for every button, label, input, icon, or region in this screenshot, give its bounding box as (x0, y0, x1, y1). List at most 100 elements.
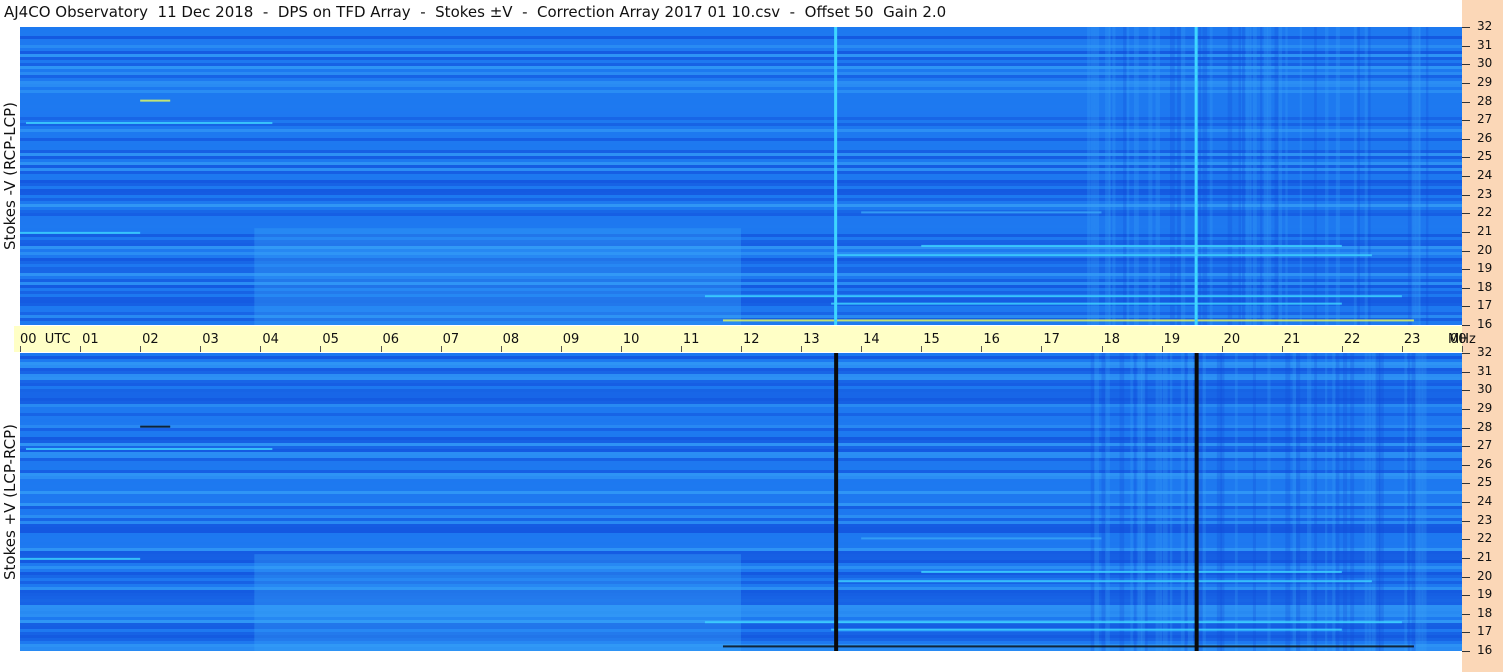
texture-band (20, 494, 1462, 497)
frequency-tick (1462, 27, 1470, 28)
time-tick-label: 08 (502, 332, 520, 347)
frequency-tick (1462, 446, 1470, 448)
texture-band (20, 422, 1462, 425)
texture-band (20, 545, 1462, 548)
frequency-tick-label: 27 (1477, 438, 1493, 453)
texture-column (1415, 353, 1420, 651)
texture-band (20, 491, 1462, 494)
time-tick (680, 346, 682, 352)
texture-column (1155, 353, 1159, 651)
top-panel-ylabel-text: Stokes -V (RCP-LCP) (1, 102, 19, 250)
time-tick (620, 346, 622, 352)
time-tick (560, 346, 562, 352)
bottom-frequency-axis: 32 31 30 29 28 27 26 25 24 23 22 21 20 19 18 17 16 (1462, 345, 1503, 657)
texture-band (20, 455, 1462, 458)
texture-column (1220, 353, 1225, 651)
rfi-streak (921, 244, 1342, 247)
time-tick (1341, 346, 1343, 352)
texture-band (20, 404, 1462, 407)
texture-column (1130, 353, 1133, 651)
texture-column (1180, 353, 1185, 651)
texture-column (1296, 353, 1301, 651)
texture-band (20, 548, 1462, 551)
texture-column (1234, 353, 1238, 651)
time-tick-label: 20 (1223, 332, 1241, 347)
texture-column (1169, 27, 1175, 325)
texture-band (20, 482, 1462, 485)
rfi-streak (837, 254, 1372, 257)
frequency-tick (1462, 464, 1470, 466)
time-tick-label: 23 (1403, 332, 1421, 347)
frequency-tick (1462, 120, 1470, 122)
frequency-tick-label: 21 (1477, 223, 1493, 238)
rfi-streak (722, 645, 1414, 648)
frequency-tick (1462, 539, 1470, 541)
frequency-tick (1462, 138, 1470, 140)
texture-band (20, 542, 1462, 545)
frequency-tick-label: 16 (1477, 643, 1493, 657)
frequency-tick-label: 28 (1477, 93, 1493, 108)
frequency-tick-label: 19 (1477, 261, 1493, 276)
stokes-plus-v-plot (20, 353, 1462, 651)
texture-column (1335, 353, 1340, 651)
texture-column (1133, 353, 1137, 651)
frequency-tick (1462, 576, 1470, 578)
frequency-tick-label: 30 (1477, 56, 1493, 71)
texture-band (20, 518, 1462, 521)
frequency-tick-label: 29 (1477, 400, 1493, 415)
time-tick (80, 346, 82, 352)
texture-column (1242, 27, 1245, 325)
time-tick (500, 346, 502, 352)
time-tick (1401, 346, 1403, 352)
rfi-streak (704, 295, 1402, 298)
frequency-tick-label: 31 (1477, 37, 1493, 52)
texture-column (1325, 353, 1328, 651)
frequency-tick-label: 19 (1477, 587, 1493, 602)
texture-column (1227, 27, 1233, 325)
frequency-tick (1462, 157, 1470, 159)
texture-column (1422, 353, 1427, 651)
texture-band (20, 383, 1462, 386)
texture-column (1379, 353, 1384, 651)
texture-column (1267, 353, 1271, 651)
frequency-tick (1462, 287, 1470, 289)
texture-column (1350, 353, 1355, 651)
frequency-tick (1462, 82, 1470, 84)
frequency-tick (1462, 213, 1470, 215)
frequency-tick-label: 28 (1477, 419, 1493, 434)
rfi-streak (831, 628, 1342, 631)
frequency-tick (1462, 595, 1470, 597)
texture-column (1198, 353, 1203, 651)
texture-column (1278, 27, 1283, 325)
frequency-tick-label: 29 (1477, 74, 1493, 89)
texture-band (20, 497, 1462, 500)
texture-column (1188, 353, 1193, 651)
time-tick-label: 17 (1043, 332, 1060, 347)
texture-column (1260, 27, 1263, 325)
time-tick (260, 346, 262, 352)
frequency-tick-label: 32 (1477, 19, 1493, 33)
frequency-tick-label: 32 (1477, 345, 1493, 359)
frequency-tick (1462, 194, 1470, 196)
frequency-tick-label: 24 (1477, 494, 1493, 508)
time-tick (921, 346, 923, 352)
texture-band (20, 380, 1462, 383)
time-tick-label: 05 (322, 332, 339, 347)
spectrogram-figure: AJ4CO Observatory 11 Dec 2018 - DPS on T… (0, 0, 1503, 672)
texture-band (20, 539, 1462, 542)
texture-band (20, 431, 1462, 434)
vertical-line (1194, 27, 1198, 325)
time-tick-label: 06 (382, 332, 400, 347)
stokes-minus-v-spectrogram (20, 27, 1462, 325)
time-tick (200, 346, 202, 352)
texture-band (20, 473, 1462, 476)
frequency-tick-label: 20 (1477, 242, 1493, 257)
frequency-tick-label: 23 (1477, 512, 1493, 527)
rfi-streak (861, 211, 1102, 214)
time-tick-label: 22 (1343, 332, 1361, 347)
frequency-unit-label: MHz (1448, 332, 1476, 347)
texture-band (20, 386, 1462, 389)
texture-column (1364, 353, 1368, 651)
frequency-tick-label: 25 (1477, 149, 1493, 164)
frequency-tick (1462, 101, 1470, 103)
